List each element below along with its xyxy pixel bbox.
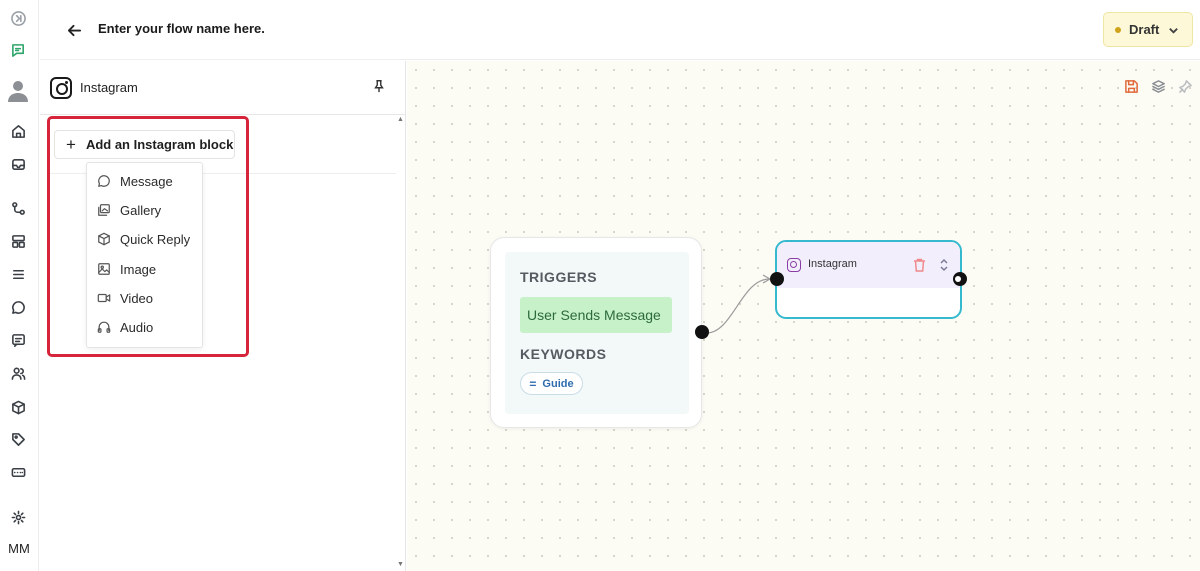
instagram-node-header: Instagram bbox=[777, 242, 960, 288]
keyword-label: Guide bbox=[542, 377, 574, 390]
layout-icon[interactable] bbox=[7, 230, 29, 252]
triggers-heading: TRIGGERS bbox=[520, 269, 598, 285]
tag-icon[interactable] bbox=[7, 428, 29, 450]
instagram-node[interactable]: Instagram bbox=[775, 240, 962, 319]
instagram-icon bbox=[50, 77, 72, 99]
inbox-icon[interactable] bbox=[7, 153, 29, 175]
pin-icon[interactable] bbox=[372, 79, 388, 95]
package-icon[interactable] bbox=[7, 396, 29, 418]
panel-header: Instagram bbox=[40, 61, 406, 115]
panel-title: Instagram bbox=[80, 80, 138, 95]
scroll-down-arrow-icon[interactable]: ▼ bbox=[397, 561, 404, 568]
trash-icon[interactable] bbox=[913, 258, 926, 272]
status-dropdown[interactable]: Draft bbox=[1103, 12, 1193, 47]
trigger-badge[interactable]: User Sends Message bbox=[520, 297, 672, 333]
collapse-sidebar-icon[interactable] bbox=[7, 7, 29, 29]
status-dot-icon bbox=[1115, 26, 1121, 33]
user-initials[interactable]: MM bbox=[4, 541, 34, 556]
avatar[interactable] bbox=[4, 76, 32, 104]
chatbot-logo-icon[interactable] bbox=[7, 39, 29, 61]
keyboard-icon[interactable] bbox=[7, 461, 29, 483]
expand-collapse-icon[interactable] bbox=[939, 257, 949, 273]
trigger-node-body: TRIGGERS User Sends Message KEYWORDS = G… bbox=[505, 252, 689, 414]
users-icon[interactable] bbox=[7, 362, 29, 384]
keywords-heading: KEYWORDS bbox=[520, 346, 607, 362]
canvas-toolbar bbox=[1123, 78, 1193, 94]
save-icon[interactable] bbox=[1123, 78, 1139, 94]
top-header: Enter your flow name here. Draft bbox=[40, 0, 1200, 60]
trigger-node[interactable]: TRIGGERS User Sends Message KEYWORDS = G… bbox=[490, 237, 702, 428]
comments-icon[interactable] bbox=[7, 329, 29, 351]
list-icon[interactable] bbox=[7, 263, 29, 285]
flows-icon[interactable] bbox=[7, 197, 29, 219]
back-arrow-icon[interactable] bbox=[64, 20, 84, 40]
layers-icon[interactable] bbox=[1150, 78, 1166, 94]
trigger-output-port[interactable] bbox=[695, 325, 709, 339]
chevron-down-icon bbox=[1168, 24, 1179, 35]
pin-icon[interactable] bbox=[1177, 78, 1193, 94]
chat-icon[interactable] bbox=[7, 296, 29, 318]
highlight-annotation bbox=[47, 116, 249, 357]
flow-name-input[interactable]: Enter your flow name here. bbox=[98, 21, 265, 36]
instagram-node-title: Instagram bbox=[808, 258, 857, 270]
instagram-output-port[interactable] bbox=[953, 272, 967, 286]
scroll-up-arrow-icon[interactable]: ▲ bbox=[397, 116, 404, 123]
home-icon[interactable] bbox=[7, 120, 29, 142]
node-connector-line bbox=[707, 274, 772, 334]
instagram-icon bbox=[787, 258, 801, 272]
equals-icon: = bbox=[529, 376, 537, 391]
instagram-input-port[interactable] bbox=[770, 272, 784, 286]
flow-canvas[interactable]: TRIGGERS User Sends Message KEYWORDS = G… bbox=[407, 61, 1200, 571]
icon-rail: MM bbox=[0, 0, 39, 571]
status-label: Draft bbox=[1129, 22, 1160, 37]
settings-icon[interactable] bbox=[7, 506, 29, 528]
keyword-chip[interactable]: = Guide bbox=[520, 372, 583, 395]
